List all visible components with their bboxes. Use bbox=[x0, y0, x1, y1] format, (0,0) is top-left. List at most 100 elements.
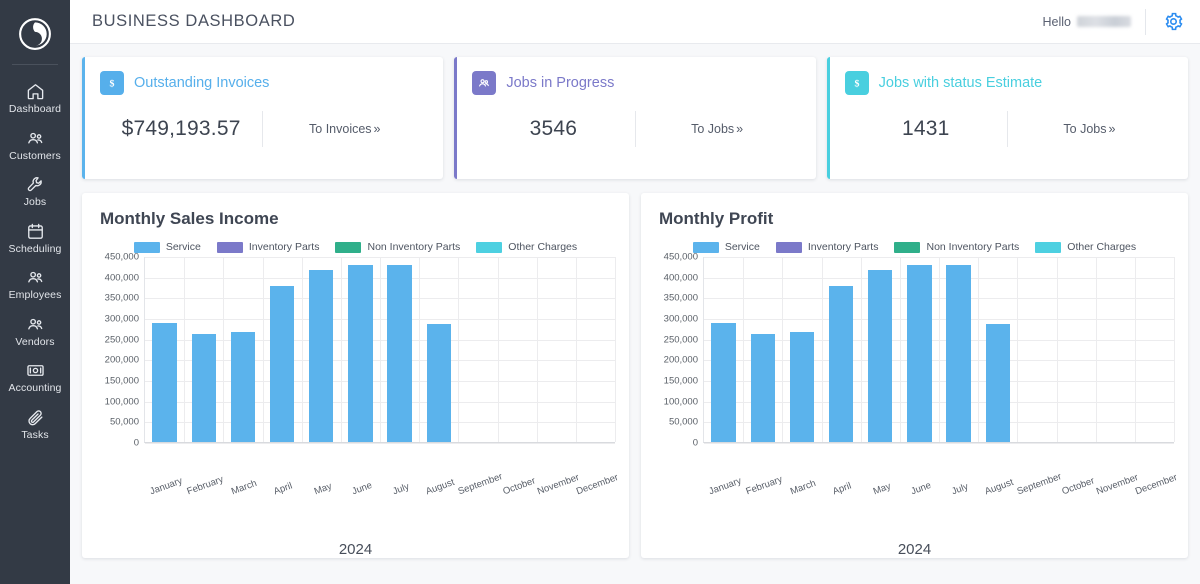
x-axis: January February March April May June July Augu… bbox=[144, 471, 620, 535]
bar[interactable] bbox=[789, 332, 815, 442]
sidebar-item-label: Employees bbox=[8, 289, 62, 302]
x-axis-slot: April bbox=[821, 480, 860, 535]
bar-slot bbox=[184, 257, 223, 442]
bar[interactable] bbox=[946, 265, 971, 442]
wrench-icon bbox=[27, 177, 42, 192]
people-icon bbox=[26, 268, 45, 287]
plot-area: 450,000 400,000 350,000 300,000 250,000 200,0… bbox=[96, 252, 616, 483]
bar[interactable] bbox=[711, 322, 736, 442]
greeting: Hello bbox=[1042, 14, 1131, 29]
sidebar-item-tasks[interactable]: Tasks bbox=[0, 401, 70, 448]
bar-slot bbox=[263, 257, 302, 442]
legend-item[interactable]: Non Inventory Parts bbox=[894, 241, 1019, 253]
settings-button[interactable] bbox=[1160, 9, 1186, 35]
dashboard-content: $ Outstanding Invoices $749,193.57 To Invoi… bbox=[70, 44, 1200, 584]
bar-slot bbox=[341, 257, 380, 442]
x-axis-slot: April bbox=[262, 480, 301, 535]
y-axis-tick: 400,000 bbox=[663, 272, 698, 284]
sidebar-item-scheduling[interactable]: Scheduling bbox=[0, 215, 70, 262]
bar[interactable] bbox=[230, 332, 256, 442]
kpi-title: Jobs in Progress bbox=[506, 75, 615, 91]
svg-text:$: $ bbox=[110, 79, 115, 90]
legend-label: Inventory Parts bbox=[248, 241, 320, 253]
x-axis-slot: January bbox=[144, 475, 184, 535]
sidebar-item-dashboard[interactable]: Dashboard bbox=[0, 75, 70, 122]
y-axis-tick: 150,000 bbox=[663, 375, 698, 387]
people-icon bbox=[27, 132, 42, 144]
bar[interactable] bbox=[426, 324, 451, 442]
legend-item[interactable]: Other Charges bbox=[476, 241, 577, 253]
paperclip-icon bbox=[26, 408, 45, 427]
kpi-card-row: $ Outstanding Invoices $749,193.57 To Invoi… bbox=[82, 57, 1188, 179]
kpi-title: Outstanding Invoices bbox=[134, 75, 270, 91]
bar-slot bbox=[576, 257, 615, 442]
bar[interactable] bbox=[868, 269, 893, 442]
dashboard-app: Dashboard Customers Jobs Scheduling Employee… bbox=[0, 0, 1200, 584]
y-axis: 450,000 400,000 350,000 300,000 250,000 200,0… bbox=[96, 252, 144, 449]
sidebar-item-jobs[interactable]: Jobs bbox=[0, 168, 70, 215]
legend-item[interactable]: Inventory Parts bbox=[216, 241, 320, 253]
kpi-card[interactable]: $ Jobs with status Estimate 1431 To Jobs» bbox=[826, 57, 1188, 179]
legend-item[interactable]: Non Inventory Parts bbox=[335, 241, 460, 253]
kpi-card[interactable]: $ Outstanding Invoices $749,193.57 To Invoi… bbox=[82, 57, 444, 179]
x-axis-slot: June bbox=[340, 480, 379, 535]
chart-x-axis-title: 2024 bbox=[897, 541, 932, 558]
x-axis-slot: March bbox=[223, 478, 262, 535]
sidebar-item-employees[interactable]: Employees bbox=[0, 261, 70, 308]
legend-swatch bbox=[775, 241, 802, 253]
x-axis-slot: July bbox=[380, 481, 419, 535]
x-axis-label: April bbox=[831, 480, 854, 498]
legend-item[interactable]: Other Charges bbox=[1035, 241, 1136, 253]
x-axis-label: April bbox=[272, 480, 295, 498]
bar[interactable] bbox=[750, 333, 775, 442]
chart-panel-row: Monthly Sales Income Service Inventory Par… bbox=[82, 193, 1188, 558]
chart-title: Monthly Profit bbox=[659, 209, 774, 228]
kpi-card[interactable]: Jobs in Progress 3546 To Jobs» bbox=[454, 57, 816, 179]
app-logo[interactable] bbox=[13, 12, 57, 56]
bar[interactable] bbox=[985, 324, 1010, 442]
bar-slot bbox=[302, 257, 341, 442]
x-axis-slot: March bbox=[782, 478, 821, 535]
y-axis-tick: 200,000 bbox=[663, 354, 698, 366]
page-title: BUSINESS DASHBOARD bbox=[92, 12, 296, 30]
people-icon bbox=[26, 129, 45, 148]
greeting-text: Hello bbox=[1042, 14, 1072, 29]
y-axis-tick: 100,000 bbox=[663, 396, 698, 408]
bar-group bbox=[145, 257, 615, 442]
sidebar-item-label: Vendors bbox=[15, 335, 55, 348]
legend-item[interactable]: Service bbox=[692, 241, 760, 253]
x-axis-slot: February bbox=[742, 474, 783, 535]
bar[interactable] bbox=[387, 265, 412, 442]
kpi-link[interactable]: To Invoices» bbox=[263, 122, 425, 136]
kpi-link[interactable]: To Jobs» bbox=[636, 122, 798, 136]
sidebar-item-vendors[interactable]: Vendors bbox=[0, 308, 70, 355]
home-icon bbox=[26, 82, 45, 101]
bar[interactable] bbox=[907, 265, 932, 442]
legend-item[interactable]: Inventory Parts bbox=[775, 241, 878, 253]
sidebar-item-customers[interactable]: Customers bbox=[0, 122, 70, 169]
bar[interactable] bbox=[348, 265, 373, 442]
bar[interactable] bbox=[269, 285, 295, 442]
bar[interactable] bbox=[191, 333, 216, 442]
kpi-icon bbox=[472, 71, 497, 95]
bar-slot bbox=[743, 257, 782, 442]
bar[interactable] bbox=[828, 285, 854, 442]
bar-slot bbox=[380, 257, 419, 442]
x-axis-slot: August bbox=[978, 477, 1017, 535]
bar[interactable] bbox=[309, 269, 334, 442]
gridline-h bbox=[704, 443, 1174, 444]
legend-item[interactable]: Service bbox=[133, 241, 201, 253]
x-axis-slot: September bbox=[456, 471, 503, 535]
y-axis-tick: 250,000 bbox=[663, 334, 698, 346]
sidebar-item-accounting[interactable]: Accounting bbox=[0, 354, 70, 401]
x-axis-slot: August bbox=[419, 477, 458, 535]
y-axis: 450,000 400,000 350,000 300,000 250,000 200,0… bbox=[655, 252, 703, 449]
x-axis-slot: October bbox=[497, 475, 537, 535]
y-axis-tick: 0 bbox=[692, 437, 698, 449]
bar[interactable] bbox=[152, 322, 177, 442]
x-axis-slot: September bbox=[1015, 471, 1062, 535]
bar-slot bbox=[900, 257, 939, 442]
bar-slot bbox=[704, 257, 743, 442]
kpi-link[interactable]: To Jobs» bbox=[1008, 122, 1170, 136]
legend-label: Other Charges bbox=[1067, 241, 1137, 253]
